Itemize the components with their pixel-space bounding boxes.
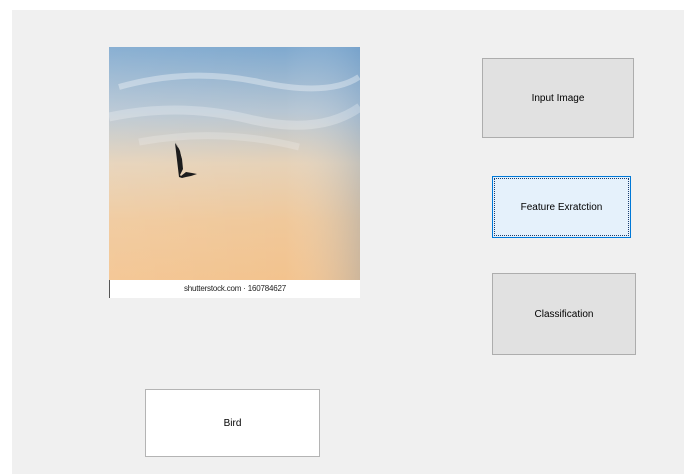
input-image-button[interactable]: Input Image [482,58,634,138]
sky-photo [109,47,360,280]
watermark-caption: shutterstock.com · 160784627 [109,280,360,298]
classification-button[interactable]: Classification [492,273,636,355]
result-textbox[interactable]: Bird [145,389,320,457]
image-preview: shutterstock.com · 160784627 [109,47,360,298]
feature-extraction-button[interactable]: Feature Exratction [492,176,631,238]
